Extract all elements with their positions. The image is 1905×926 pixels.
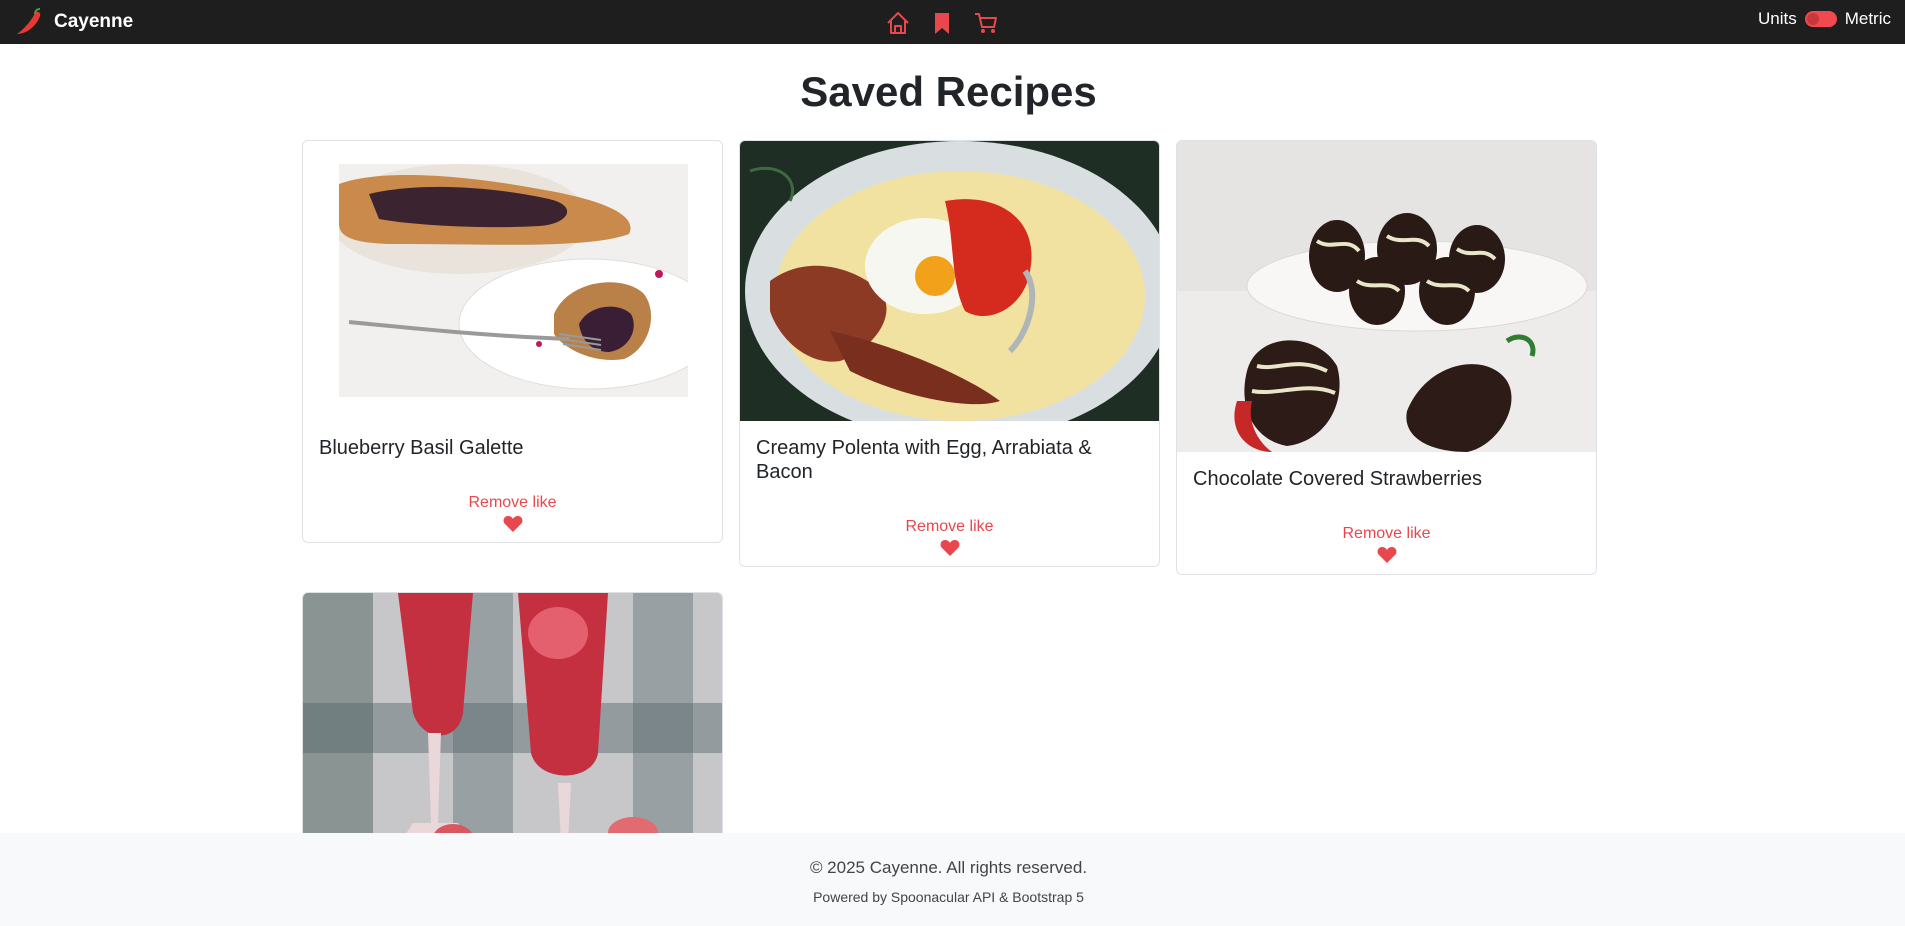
remove-like-button[interactable]: Remove like xyxy=(1177,525,1596,543)
brand-link[interactable]: Cayenne xyxy=(14,6,133,38)
recipe-card[interactable]: Creamy Polenta with Egg, Arrabiata & Bac… xyxy=(739,140,1160,567)
recipe-image[interactable] xyxy=(1177,141,1597,452)
heart-icon[interactable] xyxy=(940,539,960,557)
recipe-image[interactable] xyxy=(303,593,723,833)
recipe-title[interactable]: Blueberry Basil Galette xyxy=(319,436,706,460)
units-value: Metric xyxy=(1844,9,1891,28)
home-icon[interactable] xyxy=(884,9,912,37)
recipe-image[interactable] xyxy=(740,141,1160,421)
recipe-card[interactable]: Chocolate Covered Strawberries Remove li… xyxy=(1176,140,1597,575)
footer-copyright: © 2025 Cayenne. All rights reserved. xyxy=(809,858,1088,877)
chili-pepper-icon xyxy=(17,8,41,34)
page-title: Saved Recipes xyxy=(800,68,1097,115)
footer: © 2025 Cayenne. All rights reserved. Pow… xyxy=(0,833,1905,926)
recipe-image[interactable] xyxy=(339,164,688,397)
recipe-title[interactable]: Creamy Polenta with Egg, Arrabiata & Bac… xyxy=(756,436,1143,484)
cart-icon[interactable] xyxy=(972,9,1000,37)
footer-powered-by: Powered by Spoonacular API & Bootstrap 5 xyxy=(813,889,1084,905)
units-switch: Units Metric xyxy=(1758,9,1891,29)
main-content: Saved Recipes Blueberry Basil Galette Re… xyxy=(0,44,1905,833)
heart-icon[interactable] xyxy=(1377,546,1397,564)
nav-icon-group xyxy=(884,9,1000,37)
brand-name: Cayenne xyxy=(54,11,134,32)
navbar: Cayenne Units Metric xyxy=(0,0,1905,44)
remove-like-button[interactable]: Remove like xyxy=(740,518,1159,536)
units-label: Units xyxy=(1757,9,1797,28)
recipe-card[interactable]: Blueberry Basil Galette Remove like xyxy=(302,140,723,543)
remove-like-button[interactable]: Remove like xyxy=(303,494,722,512)
bookmark-icon[interactable] xyxy=(928,9,956,37)
units-toggle[interactable] xyxy=(1804,11,1837,27)
units-toggle-knob xyxy=(1806,13,1819,25)
recipe-card[interactable] xyxy=(302,592,723,833)
heart-icon[interactable] xyxy=(503,515,523,533)
recipe-title[interactable]: Chocolate Covered Strawberries xyxy=(1193,467,1580,491)
